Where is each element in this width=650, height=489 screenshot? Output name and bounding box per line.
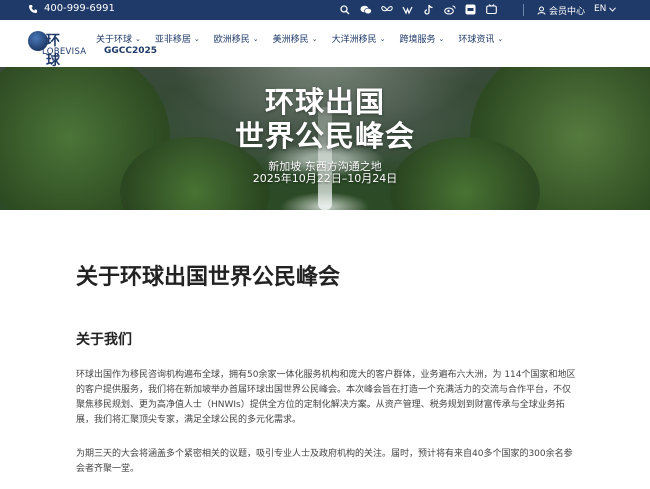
phone-contact[interactable]: 400-999-6991 [28,3,115,14]
phone-icon [29,4,37,13]
weixin-channels-icon[interactable] [401,3,414,16]
nav-item-about[interactable]: 关于环球 ⌄ [96,32,141,46]
member-center-label: 会员中心 [549,7,586,17]
nav-menu: 关于环球 ⌄ 亚非移居 ⌄ 欧洲移民 ⌄ 美洲移民 ⌄ 大洋洲移民 ⌄ 跨境服务 ⌄ 环球资… [96,32,504,46]
nav-item-label: 环球资讯 [458,35,495,45]
chevron-down-icon: ⌄ [311,34,318,43]
chevron-down-icon: ⌄ [497,34,504,43]
user-icon [537,6,546,15]
nav-item-oceania[interactable]: 大洋洲移民 ⌄ [331,32,386,46]
about-paragraph: 环球出国作为移民咨询机构遍布全球，拥有50余家一体化服务机构和庞大的客户群体，业… [76,370,576,425]
search-icon[interactable] [338,3,351,16]
phone-number: 400-999-6991 [44,3,115,14]
nav-item-label: 亚非移居 [154,35,191,45]
logo[interactable]: 环 球 LOBEVISA [28,30,90,69]
section-title: 关于我们 [76,332,132,348]
wechat-icon[interactable] [359,3,372,16]
weibo-icon[interactable] [443,3,456,16]
page-title: 关于环球出国世界公民峰会 [76,265,341,290]
chevron-down-icon: ⌄ [252,34,259,43]
hero-subtitle-date: 2025年10月22日–10月24日 [252,172,398,185]
social-icons [338,3,498,16]
butterfly-icon[interactable] [380,3,393,16]
conference-paragraph: 为期三天的大会将涵盖多个紧密相关的议题，吸引专业人士及政府机构的关注。届时，预计… [76,449,573,474]
nav-item-label: 跨境服务 [399,35,436,45]
logo-en-text: LOBEVISA [42,47,87,57]
nav-item-asia-africa[interactable]: 亚非移居 ⌄ [154,32,200,46]
top-bar: 400-999-6991 会员中心 EN [0,0,650,20]
chevron-down-icon: ⌄ [438,34,445,43]
hero-banner: 环球出国 世界公民峰会 新加坡 东西方沟通之地 2025年10月22日–10月2… [0,67,650,210]
nav-item-label: 欧洲移民 [213,35,250,45]
language-label: EN [594,4,607,14]
divider [523,4,524,16]
chevron-down-icon [609,6,617,12]
hero-title-line2: 世界公民峰会 [234,119,415,153]
language-selector[interactable]: EN [594,4,617,14]
nav-item-label: 大洋洲移民 [331,35,377,45]
nav-item-cross-border[interactable]: 跨境服务 ⌄ [399,32,445,46]
nav-item-label: 关于环球 [96,35,133,45]
video-icon[interactable] [485,3,498,16]
xiaohongshu-icon[interactable] [464,3,477,16]
hero-pool [280,192,370,210]
nav-item-news[interactable]: 环球资讯 ⌄ [458,32,504,46]
nav-item-label: 美洲移民 [272,35,309,45]
tiktok-icon[interactable] [422,3,435,16]
nav-item-europe[interactable]: 欧洲移民 ⌄ [213,32,259,46]
chevron-down-icon: ⌄ [193,34,200,43]
nav-item-americas[interactable]: 美洲移民 ⌄ [272,32,318,46]
chevron-down-icon: ⌄ [379,34,386,43]
chevron-down-icon: ⌄ [135,34,141,43]
member-center-link[interactable]: 会员中心 [537,4,585,17]
event-code: GGCC2025 [104,46,158,56]
